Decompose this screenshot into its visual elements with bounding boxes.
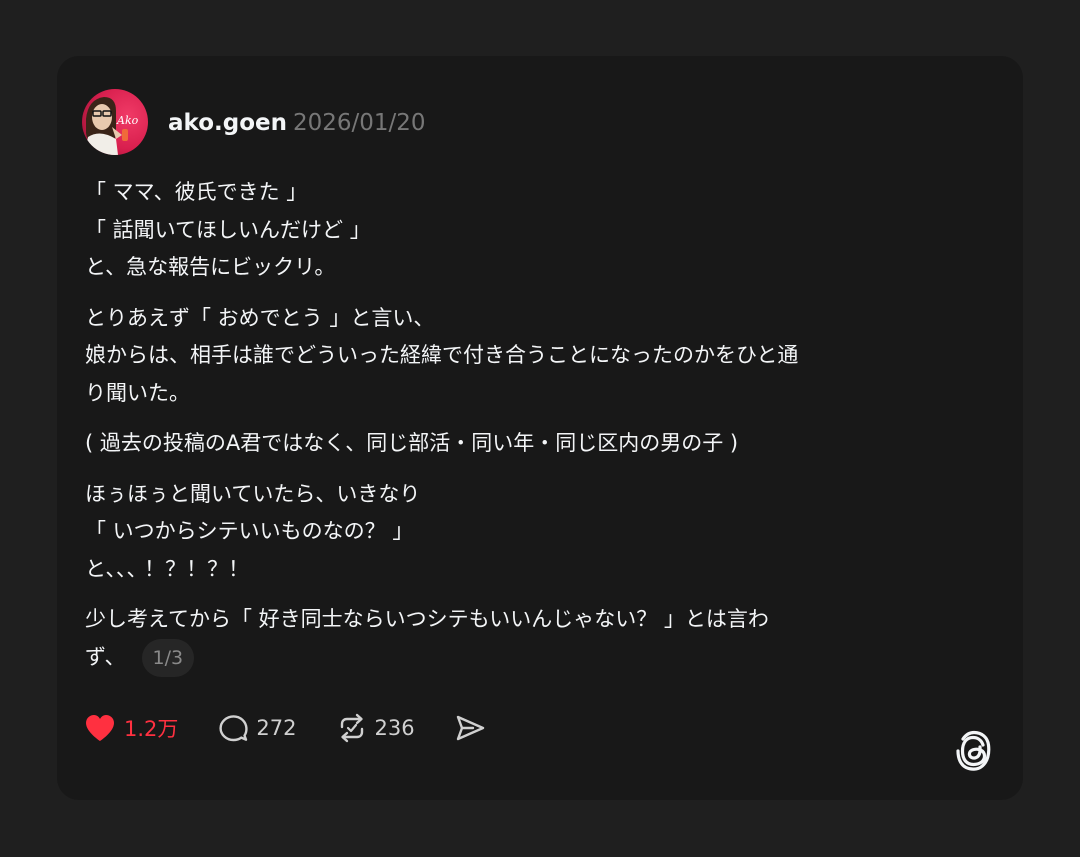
paragraph: ( 過去の投稿のA君ではなく、同じ部活・同い年・同じ区内の男の子 )	[85, 425, 985, 463]
avatar-signature: Ako	[117, 114, 139, 127]
text-line: 「 いつからシテいいものなの？ 」	[85, 519, 414, 543]
post-date: 2026/01/20	[293, 110, 426, 136]
repost-count: 236	[374, 716, 415, 740]
share-button[interactable]	[455, 713, 493, 743]
text-line: ほぅほぅと聞いていたら、いきなり	[85, 481, 421, 506]
paragraph: 「 ママ、彼氏できた 」 「 話聞いてほしいんだけど 」 と、急な報告にビックリ…	[85, 174, 985, 287]
threads-logo-icon[interactable]	[954, 729, 994, 773]
comment-count: 272	[256, 716, 297, 740]
page-indicator[interactable]: 1/3	[141, 638, 195, 677]
post-card: Ako ako.goen 2026/01/20 「 ママ、彼氏できた 」 「 話…	[57, 56, 1023, 800]
like-button[interactable]: 1.2万	[84, 713, 178, 743]
post-body: 「 ママ、彼氏できた 」 「 話聞いてほしいんだけど 」 と、急な報告にビックリ…	[85, 174, 985, 690]
like-count: 1.2万	[124, 717, 179, 741]
text-line: ( 過去の投稿のA君ではなく、同じ部活・同い年・同じ区内の男の子 )	[85, 431, 739, 455]
text-line: 「 話聞いてほしいんだけど 」	[85, 217, 371, 242]
text-line: 「 ママ、彼氏できた 」	[85, 180, 308, 204]
heart-icon	[86, 715, 114, 741]
text-line-last: ず、 1/3	[85, 638, 985, 677]
text-line: とりあえず「 おめでとう 」と言い、	[85, 305, 435, 330]
text-line: り聞いた。	[85, 380, 190, 405]
action-bar: 1.2万 272 236	[84, 712, 533, 744]
comment-icon	[219, 715, 249, 742]
text-line: 少し考えてから「 好き同士ならいつシテもいいんじゃない？ 」とは言わ	[85, 607, 769, 631]
text-line: 娘からは、相手は誰でどういった経緯で付き合うことになったのかをひと通	[85, 343, 799, 367]
comment-button[interactable]: 272	[218, 713, 297, 743]
text-line: と､､､ ！？！？！	[85, 556, 250, 581]
repost-icon	[340, 713, 363, 743]
paragraph: 少し考えてから「 好き同士ならいつシテもいいんじゃない？ 」とは言わ ず、 1/3	[85, 601, 985, 677]
share-icon	[456, 715, 484, 741]
repost-button[interactable]: 236	[337, 713, 415, 743]
username[interactable]: ako.goen	[168, 108, 287, 138]
paragraph: ほぅほぅと聞いていたら、いきなり 「 いつからシテいいものなの？ 」 と､､､ …	[85, 476, 985, 589]
text-fragment: ず、	[85, 644, 126, 669]
avatar[interactable]: Ako	[82, 89, 148, 155]
text-line: と、急な報告にビックリ。	[85, 255, 336, 279]
paragraph: とりあえず「 おめでとう 」と言い、 娘からは、相手は誰でどういった経緯で付き合…	[85, 300, 985, 413]
